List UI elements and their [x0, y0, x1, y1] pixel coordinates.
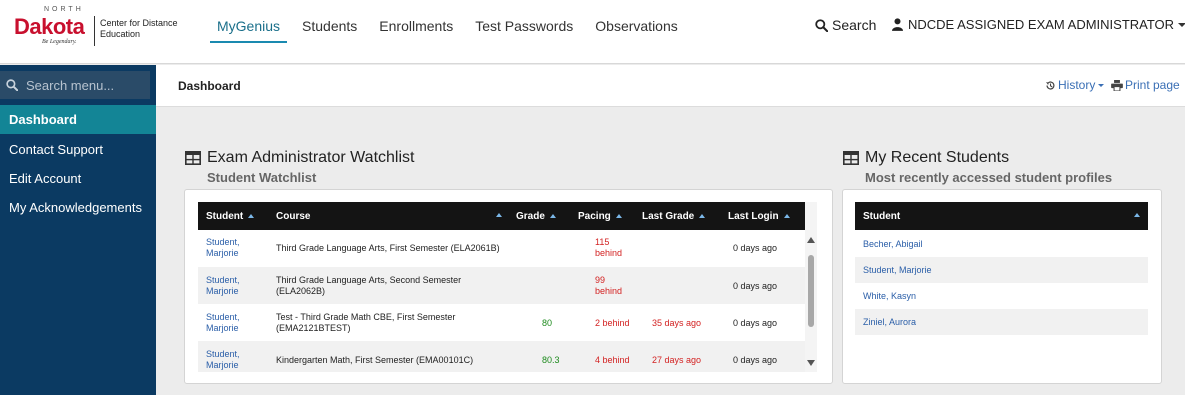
logo-north-text: NORTH: [44, 6, 84, 13]
recent-students-panel: Student Becher, Abigail Student, Marjori…: [842, 189, 1162, 384]
course-cell: Kindergarten Math, First Semester (EMA00…: [276, 355, 474, 365]
nav-item-students[interactable]: Students: [291, 0, 368, 52]
scrollbar-thumb[interactable]: [808, 255, 814, 327]
watchlist-panel: Student Course Grade Pacing Last Grade L…: [184, 189, 833, 384]
grade-cell: 80: [542, 318, 553, 328]
pacing-cell: 115 behind: [595, 237, 623, 258]
recent-students-subtitle: Most recently accessed student profiles: [865, 170, 1113, 185]
history-label: History: [1058, 78, 1096, 92]
scroll-down-arrow-icon[interactable]: [807, 360, 815, 366]
pacing-cell: 2 behind: [595, 318, 630, 328]
chevron-down-icon: [1098, 83, 1105, 87]
student-link[interactable]: Student, Marjorie: [206, 312, 240, 334]
student-link[interactable]: Student, Marjorie: [206, 237, 240, 259]
recent-student-link[interactable]: White, Kasyn: [855, 283, 1148, 309]
sort-asc-icon: [496, 213, 502, 217]
student-link[interactable]: Student, Marjorie: [206, 349, 240, 371]
sidebar-search: [0, 71, 150, 99]
top-navbar: NORTH Dakota Be Legendary. Center for Di…: [0, 0, 1185, 64]
search-icon: [6, 79, 18, 91]
course-cell: Test - Third Grade Math CBE, First Semes…: [276, 312, 456, 333]
page-title: Dashboard: [178, 79, 241, 93]
logo-org-name: Center for Distance Education: [100, 18, 178, 39]
grade-cell: 80.3: [542, 355, 560, 365]
sort-asc-icon: [248, 214, 255, 218]
sidebar-item-my-acknowledgements[interactable]: My Acknowledgements: [0, 193, 156, 222]
sort-asc-icon: [615, 214, 622, 218]
col-header-grade[interactable]: Grade: [516, 202, 556, 230]
col-header-course[interactable]: Course: [276, 202, 310, 230]
logo-tagline: Be Legendary.: [42, 39, 77, 45]
watchlist-scrollbar[interactable]: [805, 202, 817, 372]
watchlist-table-body: Student, Marjorie Third Grade Language Ar…: [198, 230, 805, 372]
table-row: Student, Marjorie Kindergarten Math, Firs…: [198, 341, 805, 372]
course-cell: Third Grade Language Arts, Second Semest…: [276, 275, 462, 296]
col-header-student[interactable]: Student: [863, 202, 900, 230]
watchlist-title: Exam Administrator Watchlist: [207, 149, 415, 166]
recent-student-link[interactable]: Student, Marjorie: [855, 257, 1148, 283]
table-icon: [843, 151, 859, 165]
last-login-cell: 0 days ago: [733, 243, 778, 253]
recent-student-link[interactable]: Becher, Abigail: [855, 231, 1148, 257]
table-icon: [185, 151, 201, 165]
print-page-link[interactable]: Print page: [1111, 78, 1180, 92]
top-search-button[interactable]: Search: [815, 17, 876, 33]
col-header-pacing[interactable]: Pacing: [578, 202, 622, 230]
print-icon: [1111, 79, 1123, 91]
course-cell: Third Grade Language Arts, First Semeste…: [276, 243, 500, 253]
sidebar-item-edit-account[interactable]: Edit Account: [0, 164, 156, 193]
recent-students-title: My Recent Students: [865, 149, 1010, 166]
col-header-student[interactable]: Student: [206, 202, 255, 230]
pacing-cell: 4 behind: [595, 355, 630, 365]
sidebar-item-dashboard[interactable]: Dashboard: [0, 105, 156, 134]
history-dropdown[interactable]: History: [1045, 78, 1105, 92]
last-login-cell: 0 days ago: [733, 281, 778, 291]
watchlist-table-header: Student Course Grade Pacing Last Grade L…: [198, 202, 805, 230]
history-icon: [1046, 81, 1055, 89]
breadcrumb-bar: Dashboard History Print page: [156, 65, 1185, 107]
user-icon: [892, 18, 903, 31]
nav-item-enrollments[interactable]: Enrollments: [368, 0, 464, 52]
pacing-cell: 99 behind: [595, 275, 623, 296]
nd-cde-logo[interactable]: NORTH Dakota Be Legendary. Center for Di…: [12, 6, 182, 56]
watchlist-subtitle: Student Watchlist: [207, 170, 317, 185]
print-page-label: Print page: [1125, 78, 1180, 92]
col-header-last-grade[interactable]: Last Grade: [642, 202, 706, 230]
sort-asc-icon: [549, 214, 556, 218]
col-header-last-login[interactable]: Last Login: [728, 202, 790, 230]
last-login-cell: 0 days ago: [733, 355, 778, 365]
sort-asc-icon: [1134, 213, 1140, 217]
logo-divider: [94, 16, 95, 46]
sidebar-item-contact-support[interactable]: Contact Support: [0, 135, 156, 164]
user-menu-label: NDCDE ASSIGNED EXAM ADMINISTRATOR: [908, 17, 1175, 32]
table-row: Student, Marjorie Third Grade Language Ar…: [198, 267, 805, 304]
sidebar: Dashboard Contact Support Edit Account M…: [0, 65, 156, 395]
user-menu[interactable]: NDCDE ASSIGNED EXAM ADMINISTRATOR: [892, 17, 1185, 32]
logo-dakota-text: Dakota: [14, 14, 85, 39]
recent-students-table-header: Student: [855, 202, 1148, 230]
search-icon: [815, 18, 828, 32]
main-nav: MyGenius Students Enrollments Test Passw…: [206, 0, 689, 52]
nav-item-observations[interactable]: Observations: [584, 0, 688, 52]
sort-asc-icon: [699, 214, 706, 218]
top-search-label: Search: [832, 17, 877, 33]
watchlist-heading: Exam Administrator Watchlist: [185, 149, 414, 167]
sort-asc-icon: [783, 214, 790, 218]
sidebar-search-input[interactable]: [26, 77, 146, 93]
recent-student-link[interactable]: Ziniel, Aurora: [855, 309, 1148, 335]
last-grade-cell: 27 days ago: [652, 355, 702, 365]
nav-item-test-passwords[interactable]: Test Passwords: [464, 0, 584, 52]
table-row: Student, Marjorie Test - Third Grade Math…: [198, 304, 805, 341]
nav-item-mygenius[interactable]: MyGenius: [206, 0, 291, 52]
student-link[interactable]: Student, Marjorie: [206, 275, 240, 297]
last-login-cell: 0 days ago: [733, 318, 778, 328]
last-grade-cell: 35 days ago: [652, 318, 702, 328]
recent-students-heading: My Recent Students: [843, 149, 1009, 167]
chevron-down-icon: [1178, 22, 1185, 27]
scroll-up-arrow-icon[interactable]: [807, 237, 815, 243]
table-row: Student, Marjorie Third Grade Language Ar…: [198, 230, 805, 267]
